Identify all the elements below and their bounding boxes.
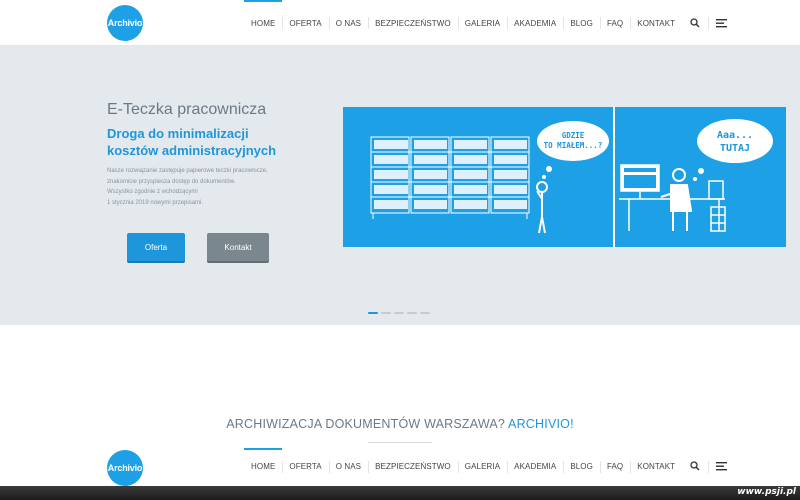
hero-title-line: kosztów administracyjnych [107, 143, 277, 158]
bubble-left-line2: TO MIAŁEM...? [544, 141, 603, 150]
nav-faq[interactable]: FAQ [599, 0, 630, 46]
sticky-navbar: Archivio HOME OFERTA O NAS BEZPIECZEŃSTW… [0, 446, 800, 486]
nav-blog[interactable]: BLOG [563, 0, 600, 46]
oferta-button[interactable]: Oferta [127, 233, 185, 261]
logo[interactable]: Archivio [107, 450, 143, 486]
slider-dots [368, 312, 430, 314]
hero-slider: E-Teczka pracownicza Droga do minimaliza… [0, 46, 800, 325]
nav-o-nas[interactable]: O NAS [328, 0, 368, 46]
nav-faq[interactable]: FAQ [599, 446, 630, 486]
main-menu: HOME OFERTA O NAS BEZPIECZEŃSTWO GALERIA… [244, 0, 736, 46]
slider-dot[interactable] [368, 312, 378, 314]
nav-home[interactable]: HOME [244, 0, 283, 46]
section-title: ARCHIWIZACJA DOKUMENTÓW WARSZAWA? ARCHIV… [0, 417, 800, 431]
bubble-right-line1: Aaa... [717, 130, 753, 141]
nav-home[interactable]: HOME [244, 446, 283, 486]
search-icon[interactable] [682, 0, 708, 46]
hero-kicker: E-Teczka pracownicza [107, 101, 267, 118]
search-icon[interactable] [682, 446, 708, 486]
watermark: www.psji.pl [737, 487, 796, 497]
slider-dot[interactable] [381, 312, 391, 314]
section-title-text: ARCHIWIZACJA DOKUMENTÓW WARSZAWA? [226, 417, 506, 431]
top-navbar: Archivio HOME OFERTA O NAS BEZPIECZEŃSTW… [0, 0, 800, 46]
kontakt-button[interactable]: Kontakt [207, 233, 269, 261]
slider-dot[interactable] [407, 312, 417, 314]
section-title-accent: ARCHIVIO! [508, 417, 574, 431]
nav-bezpieczenstwo[interactable]: BEZPIECZEŃSTWO [368, 446, 458, 486]
bubble-left-line1: GDZIE [562, 131, 585, 140]
section-divider [368, 442, 432, 443]
bottom-strip [0, 486, 800, 500]
sticky-menu: HOME OFERTA O NAS BEZPIECZEŃSTWO GALERIA… [244, 446, 736, 486]
nav-akademia[interactable]: AKADEMIA [507, 0, 563, 46]
nav-oferta[interactable]: OFERTA [282, 446, 328, 486]
hero-title-line: Droga do minimalizacji [107, 126, 249, 141]
menu-lines-icon[interactable] [708, 0, 736, 46]
nav-bezpieczenstwo[interactable]: BEZPIECZEŃSTWO [368, 0, 458, 46]
nav-oferta[interactable]: OFERTA [282, 0, 328, 46]
hero-illustration-right: Aaa... TUTAJ [615, 107, 786, 247]
nav-blog[interactable]: BLOG [563, 446, 600, 486]
nav-o-nas[interactable]: O NAS [328, 446, 368, 486]
menu-lines-icon[interactable] [708, 446, 736, 486]
bubble-right-line2: TUTAJ [720, 143, 750, 154]
nav-akademia[interactable]: AKADEMIA [507, 446, 563, 486]
slider-dot[interactable] [394, 312, 404, 314]
slider-dot[interactable] [420, 312, 430, 314]
hero-desc-line: znakomicie przyspiesza dostęp do dokumen… [107, 178, 236, 185]
nav-galeria[interactable]: GALERIA [457, 446, 507, 486]
hero-desc-line: Wszystko zgodnie z wchodzącymi [107, 189, 198, 195]
hero-desc-line: 1 stycznia 2019 nowymi przepisami. [107, 199, 204, 206]
nav-kontakt[interactable]: KONTAKT [630, 0, 682, 46]
hero-desc-line: Nasze rozwiązanie zastępuje papierowe te… [107, 168, 268, 174]
hero-description: Nasze rozwiązanie zastępuje papierowe te… [107, 166, 307, 208]
hero-title: Droga do minimalizacji kosztów administr… [107, 125, 327, 159]
hero-illustration: GDZIE TO MIAŁEM...? [343, 107, 615, 247]
nav-galeria[interactable]: GALERIA [457, 0, 507, 46]
nav-kontakt[interactable]: KONTAKT [630, 446, 682, 486]
logo[interactable]: Archivio [107, 5, 143, 41]
